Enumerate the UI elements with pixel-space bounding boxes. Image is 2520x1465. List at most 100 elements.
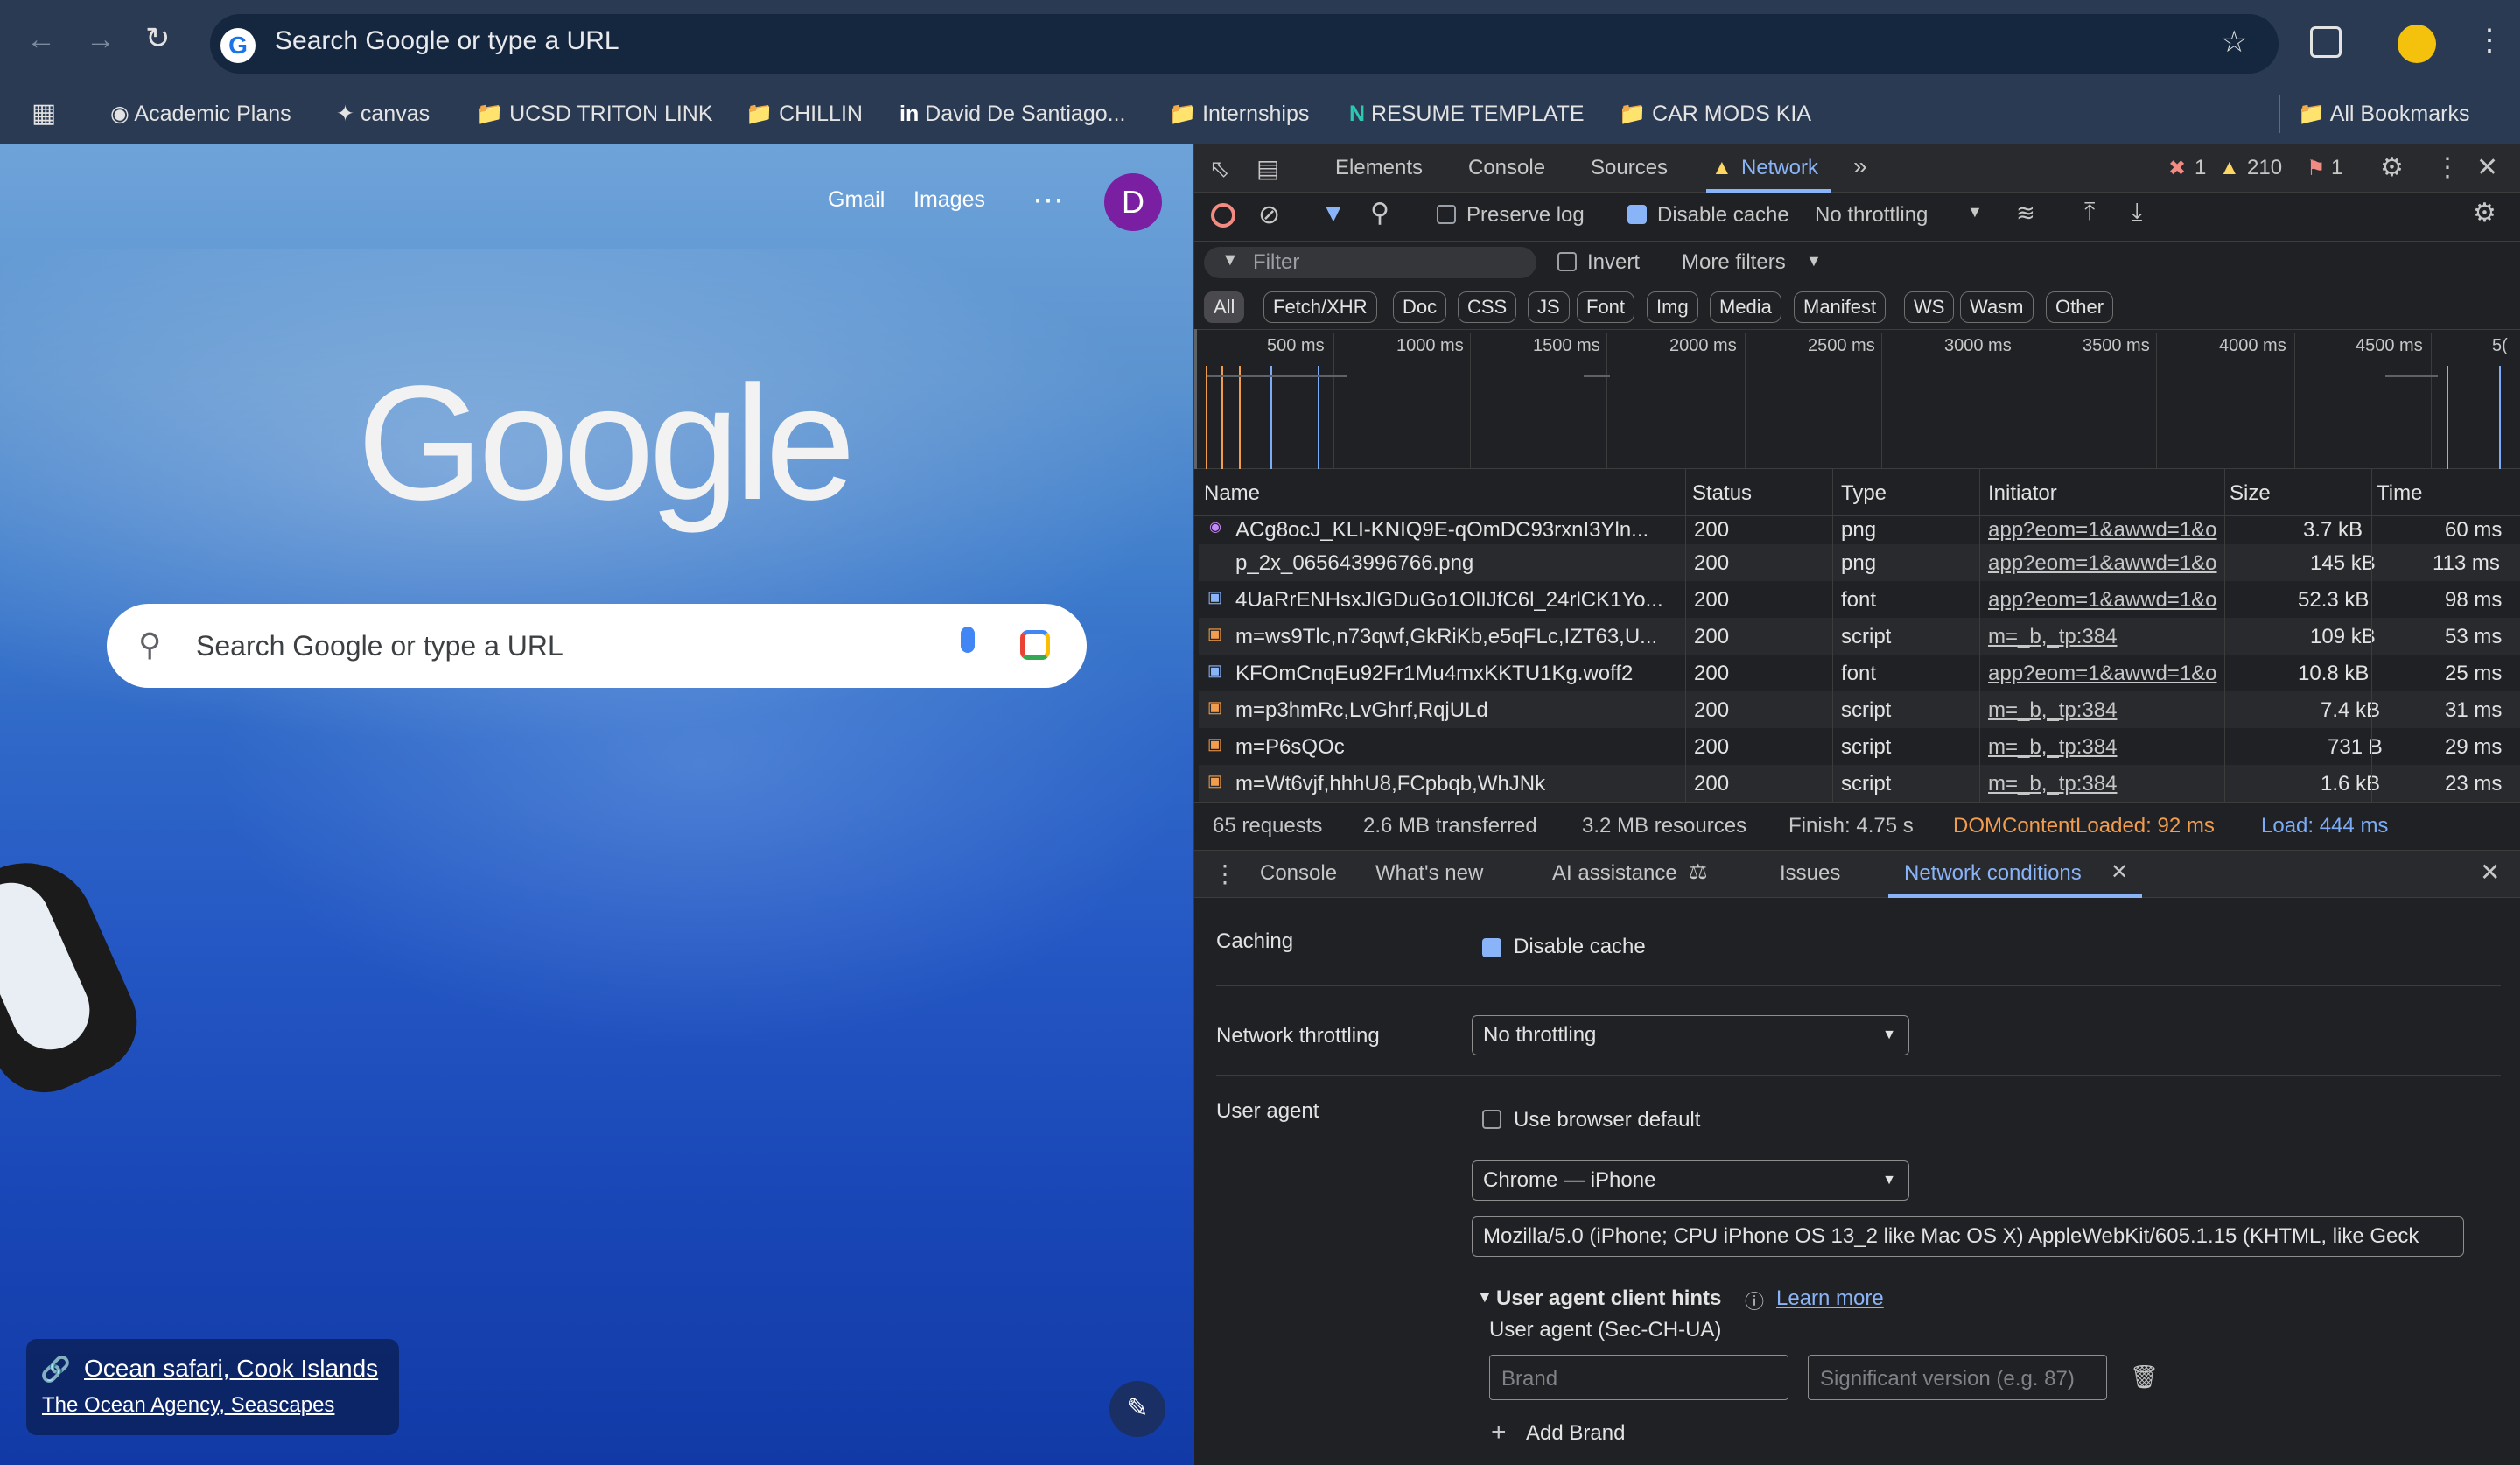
column-time[interactable]: Time [2376,481,2422,506]
preserve-log-checkbox[interactable] [1437,205,1456,224]
filter-chip-ws[interactable]: WS [1904,291,1955,323]
inspect-element-icon[interactable]: ⬁ [1209,154,1229,183]
bookmark-chillin[interactable]: 📁 CHILLIN [746,95,863,133]
drawer-menu-icon[interactable]: ⋮ [1213,859,1237,888]
bookmark-triton-link[interactable]: 📁 UCSD TRITON LINK [476,95,713,133]
issues-icon[interactable]: ⚑ [2306,156,2326,181]
throttling-chevron-down-icon[interactable]: ▼ [1967,203,1983,221]
close-tab-icon[interactable]: ✕ [2110,859,2128,885]
column-divider[interactable] [1979,469,1980,802]
row-initiator-link[interactable]: m=_b,_tp:384 [1988,772,2117,796]
filter-chip-img[interactable]: Img [1647,291,1698,323]
search-icon[interactable]: ⚲ [1370,198,1390,228]
column-type[interactable]: Type [1841,481,1886,506]
column-divider[interactable] [2371,469,2372,802]
filter-chip-css[interactable]: CSS [1458,291,1517,323]
clear-icon[interactable]: ⊘ [1258,200,1280,230]
tab-console[interactable]: Console [1468,156,1545,180]
forward-icon[interactable]: → [86,23,116,57]
reload-icon[interactable]: ↻ [145,21,171,56]
filter-chip-fetch-xhr[interactable]: Fetch/XHR [1264,291,1377,323]
row-initiator-link[interactable]: app?eom=1&awwd=1&o [1988,551,2217,576]
profile-avatar[interactable] [2398,25,2436,63]
bookmark-internships[interactable]: 📁 Internships [1169,95,1309,133]
filter-funnel-icon[interactable]: ▼ [1321,200,1346,228]
row-initiator-link[interactable]: app?eom=1&awwd=1&o [1988,588,2217,613]
column-divider[interactable] [1832,469,1833,802]
row-initiator-link[interactable]: app?eom=1&awwd=1&o [1988,518,2217,543]
conditions-disable-cache-checkbox[interactable] [1482,938,1502,957]
row-initiator-link[interactable]: m=_b,_tp:384 [1988,735,2117,760]
delete-trash-icon[interactable]: 🗑 [2130,1363,2159,1391]
warning-icon[interactable]: ▲ [2219,156,2240,180]
network-throttling-select[interactable]: No throttling ▼ [1472,1015,1909,1055]
more-filters-chevron-down-icon[interactable]: ▼ [1806,252,1822,270]
disable-cache-checkbox[interactable] [1628,205,1647,224]
row-initiator-link[interactable]: m=_b,_tp:384 [1988,625,2117,649]
column-initiator[interactable]: Initiator [1988,481,2057,506]
extensions-icon[interactable] [2310,26,2342,58]
export-har-icon[interactable]: ⤓ [2132,198,2142,227]
add-brand-button[interactable]: Add Brand [1526,1421,1625,1446]
invert-checkbox[interactable] [1558,252,1577,271]
tab-network[interactable]: Network [1741,156,1818,180]
column-status[interactable]: Status [1692,481,1752,506]
close-drawer-icon[interactable]: ✕ [2480,858,2500,887]
filter-chip-doc[interactable]: Doc [1393,291,1447,323]
bookmark-linkedin[interactable]: in David De Santiago... [900,95,1125,133]
menu-icon[interactable]: ⋮ [2474,23,2504,58]
table-row[interactable]: ▣ KFOmCnqEu92Fr1Mu4mxKKTU1Kg.woff2 200 f… [1199,655,2520,691]
row-initiator-link[interactable]: app?eom=1&awwd=1&o [1988,662,2217,686]
table-row[interactable]: ▣ 4UaRrENHsxJlGDuGo1OlIJfC6l_24rlCK1Yo..… [1199,581,2520,618]
settings-gear-icon[interactable]: ⚙ [2380,152,2404,183]
more-tabs-icon[interactable]: » [1853,152,1867,180]
tab-elements[interactable]: Elements [1335,156,1423,180]
voice-search-icon[interactable] [961,627,975,653]
add-plus-icon[interactable]: + [1491,1418,1507,1447]
filter-chip-other[interactable]: Other [2046,291,2114,323]
issues-count[interactable]: 1 [2331,156,2342,180]
user-agent-select[interactable]: Chrome — iPhone ▼ [1472,1160,1909,1201]
close-devtools-icon[interactable]: ✕ [2476,152,2498,183]
learn-more-link[interactable]: Learn more [1776,1286,1884,1311]
drawer-tab-issues[interactable]: Issues [1780,861,1840,886]
table-row[interactable]: ▣ m=P6sQOc 200 script m=_b,_tp:384 731 B… [1199,728,2520,765]
bookmark-car-mods[interactable]: 📁 CAR MODS KIA [1619,95,1811,133]
bookmark-canvas[interactable]: ✦ canvas [336,95,430,133]
account-avatar[interactable]: D [1104,173,1162,231]
attribution-title-link[interactable]: Ocean safari, Cook Islands [84,1355,378,1383]
filter-chip-js[interactable]: JS [1528,291,1570,323]
lens-icon[interactable] [1020,630,1050,660]
import-har-icon[interactable]: ⤒ [2084,198,2095,227]
drawer-tab-ai-assistance[interactable]: AI assistance [1552,861,1677,886]
drawer-tab-console[interactable]: Console [1260,861,1337,886]
row-initiator-link[interactable]: m=_b,_tp:384 [1988,698,2117,723]
column-divider[interactable] [2224,469,2225,802]
warning-count[interactable]: 210 [2247,156,2282,180]
column-name[interactable]: Name [1204,481,1260,506]
network-settings-icon[interactable]: ⚙ [2473,198,2496,228]
filter-chip-font[interactable]: Font [1577,291,1635,323]
gmail-link[interactable]: Gmail [828,187,885,213]
expand-triangle-icon[interactable]: ▼ [1477,1288,1493,1307]
timeline-left-handle[interactable] [1194,329,1197,469]
user-agent-string-input[interactable]: Mozilla/5.0 (iPhone; CPU iPhone OS 13_2 … [1472,1216,2464,1257]
record-stop-icon[interactable] [1211,203,1236,228]
bookmark-star-icon[interactable]: ☆ [2221,25,2247,60]
bookmark-resume-template[interactable]: N RESUME TEMPLATE [1349,95,1585,133]
filter-chip-wasm[interactable]: Wasm [1960,291,2034,323]
filter-chip-manifest[interactable]: Manifest [1794,291,1886,323]
error-icon[interactable]: ✖ [2168,156,2186,181]
devtools-menu-icon[interactable]: ⋮ [2434,152,2460,183]
more-filters-dropdown[interactable]: More filters [1682,250,1786,275]
attribution-author-link[interactable]: The Ocean Agency, Seascapes [42,1393,334,1418]
all-bookmarks[interactable]: 📁 All Bookmarks [2278,95,2469,133]
filter-chip-all[interactable]: All [1204,291,1245,323]
client-hints-title[interactable]: User agent client hints [1496,1286,1721,1311]
back-icon[interactable]: ← [26,23,56,57]
drawer-tab-network-conditions[interactable]: Network conditions [1904,861,2082,886]
table-row[interactable]: ▣ m=Wt6vjf,hhhU8,FCpbqb,WhJNk 200 script… [1199,765,2520,802]
bookmark-academic-plans[interactable]: ◉ Academic Plans [110,95,291,133]
error-count[interactable]: 1 [2194,156,2206,180]
tab-sources[interactable]: Sources [1591,156,1668,180]
